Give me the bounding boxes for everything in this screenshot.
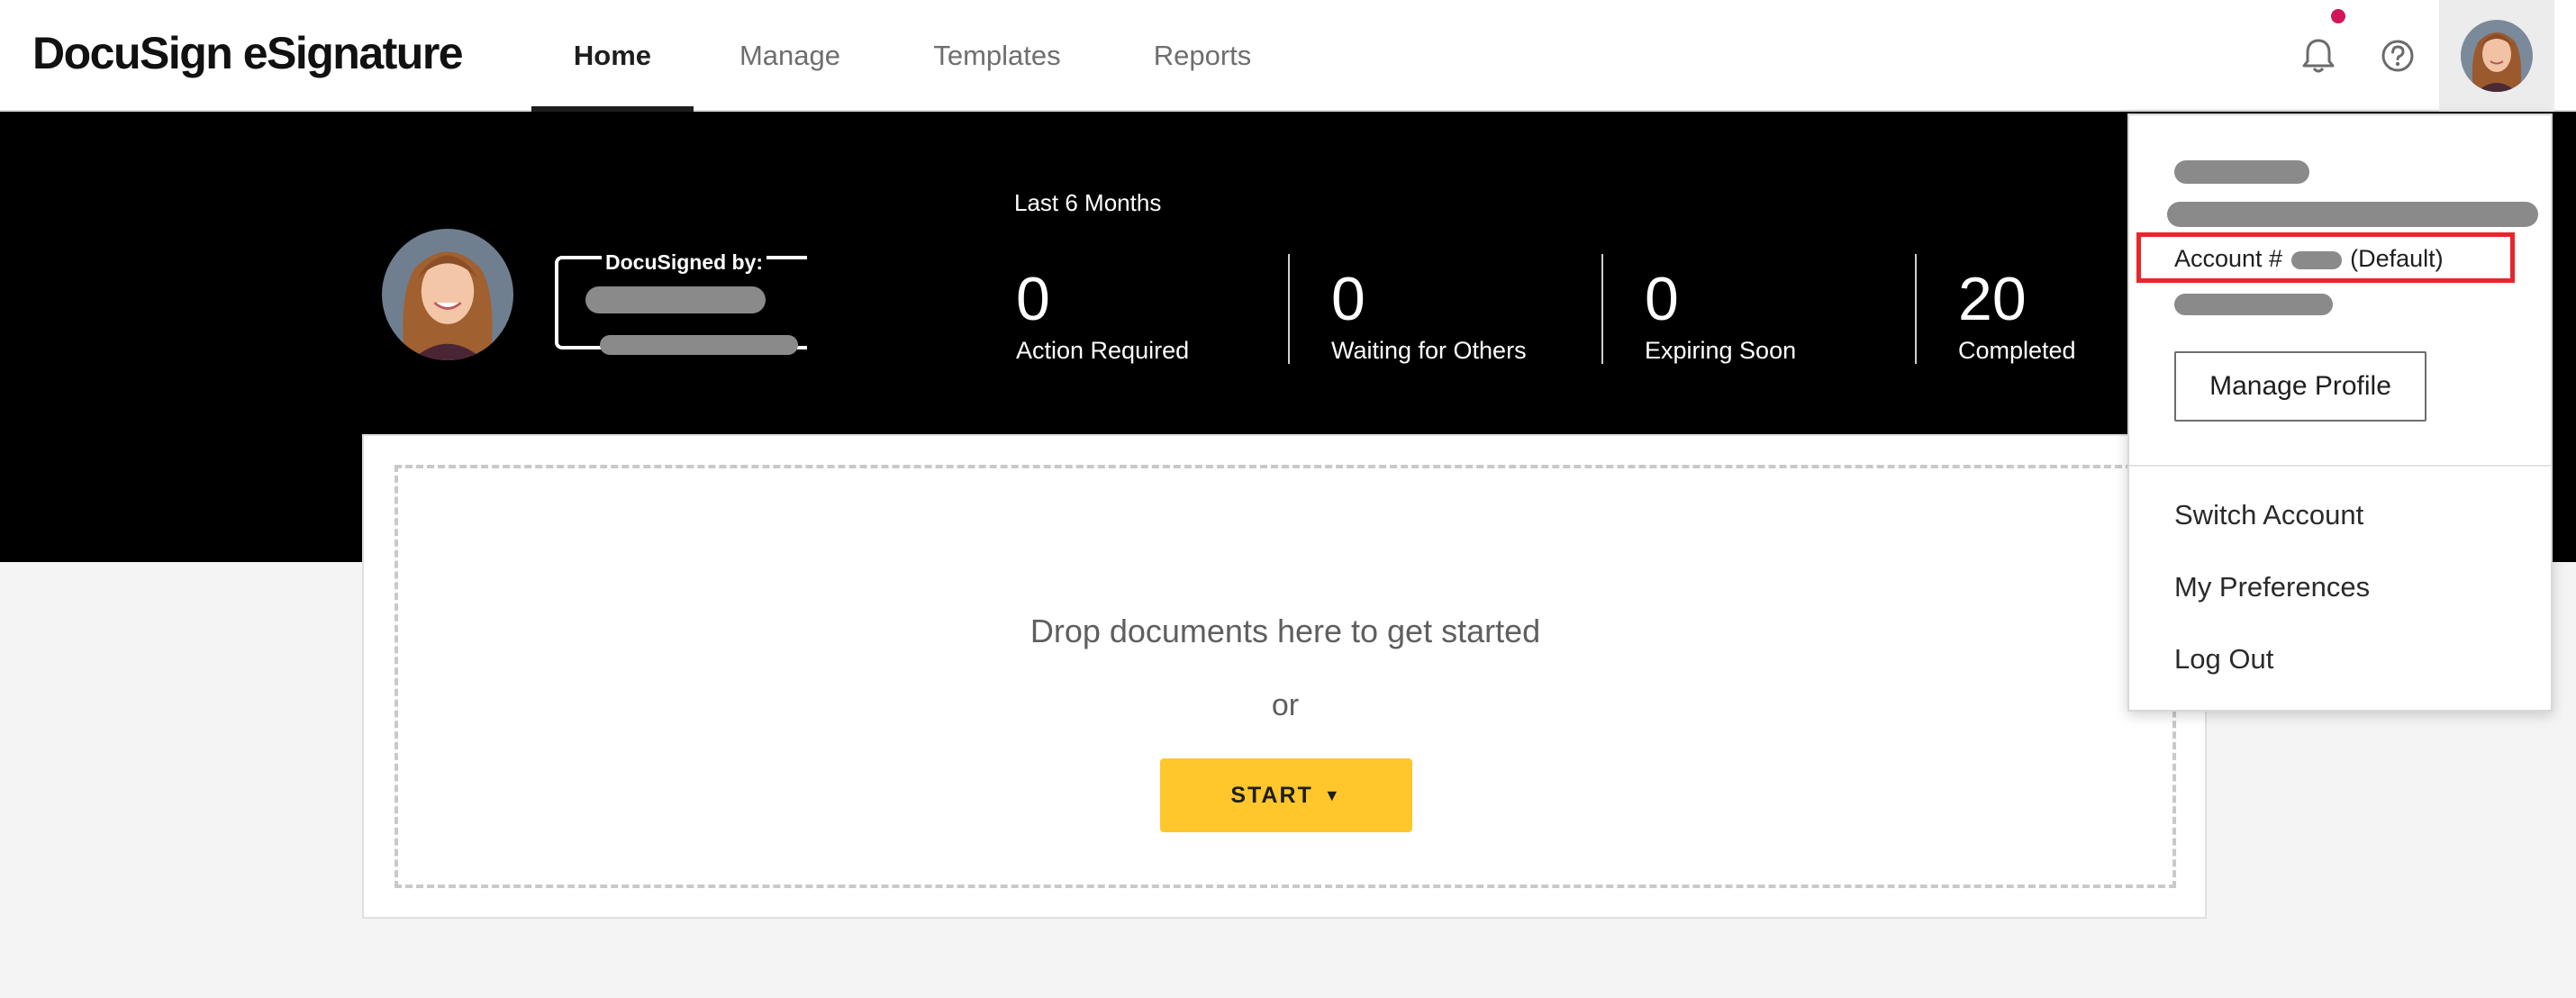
caret-down-icon: ▼ bbox=[1323, 785, 1342, 804]
document-drop-zone[interactable]: Drop documents here to get started or ST… bbox=[395, 465, 2176, 888]
tab-label: Manage bbox=[739, 40, 841, 71]
redacted-signature bbox=[585, 286, 766, 313]
start-button[interactable]: START ▼ bbox=[1160, 758, 1412, 832]
profile-dropdown: Account # (Default) Manage Profile Switc… bbox=[2127, 113, 2553, 712]
tab-reports[interactable]: Reports bbox=[1128, 0, 1277, 112]
highlight-box bbox=[2136, 232, 2515, 283]
tab-manage[interactable]: Manage bbox=[712, 0, 868, 112]
tab-home[interactable]: Home bbox=[531, 0, 694, 112]
stat-action-required[interactable]: 0 Action Required bbox=[1016, 263, 1189, 365]
bell-icon[interactable] bbox=[2297, 34, 2340, 77]
period-label: Last 6 Months bbox=[1014, 189, 1162, 216]
tab-templates[interactable]: Templates bbox=[912, 0, 1083, 112]
app-logo[interactable]: DocuSign eSignature bbox=[32, 27, 464, 79]
stat-value: 20 bbox=[1958, 265, 2027, 333]
start-button-label: START bbox=[1230, 782, 1313, 808]
stat-value: 0 bbox=[1331, 265, 1365, 333]
tab-label: Home bbox=[573, 40, 652, 71]
stat-waiting-for-others[interactable]: 0 Waiting for Others bbox=[1331, 263, 1527, 365]
signature-label: DocuSigned by: bbox=[602, 250, 767, 275]
log-out-item[interactable]: Log Out bbox=[2174, 643, 2273, 676]
stat-divider bbox=[1288, 254, 1290, 364]
stat-label: Action Required bbox=[1016, 337, 1190, 364]
profile-menu-button[interactable] bbox=[2439, 0, 2554, 112]
stat-completed[interactable]: 20 Completed bbox=[1958, 263, 2076, 365]
stat-expiring-soon[interactable]: 0 Expiring Soon bbox=[1645, 263, 1796, 365]
drop-prompt: Drop documents here to get started bbox=[1029, 612, 1541, 649]
upload-card: Drop documents here to get started or ST… bbox=[362, 434, 2207, 919]
redacted-company-name bbox=[2174, 294, 2333, 315]
stat-divider bbox=[1915, 254, 1917, 364]
user-photo bbox=[382, 229, 513, 360]
stat-value: 0 bbox=[1645, 265, 1679, 333]
my-preferences-item[interactable]: My Preferences bbox=[2174, 571, 2370, 603]
redacted-signature-id bbox=[600, 335, 798, 355]
switch-account-item[interactable]: Switch Account bbox=[2174, 499, 2363, 531]
tab-label: Templates bbox=[933, 40, 1061, 71]
notification-dot bbox=[2331, 9, 2345, 23]
stat-value: 0 bbox=[1016, 265, 1050, 333]
top-navigation-bar: DocuSign eSignature Home Manage Template… bbox=[0, 0, 2576, 112]
stat-divider bbox=[1601, 254, 1603, 364]
avatar bbox=[2461, 20, 2533, 92]
or-separator: or bbox=[1271, 688, 1300, 722]
manage-profile-button[interactable]: Manage Profile bbox=[2174, 351, 2426, 422]
manage-profile-label: Manage Profile bbox=[2209, 371, 2391, 401]
help-icon[interactable] bbox=[2376, 34, 2419, 77]
stat-label: Waiting for Others bbox=[1331, 337, 1527, 364]
menu-divider bbox=[2129, 465, 2551, 467]
redacted-user-name bbox=[2174, 160, 2309, 184]
stat-label: Expiring Soon bbox=[1645, 337, 1797, 364]
tab-label: Reports bbox=[1153, 40, 1252, 71]
redacted-user-email bbox=[2167, 202, 2538, 227]
stat-label: Completed bbox=[1958, 337, 2076, 364]
